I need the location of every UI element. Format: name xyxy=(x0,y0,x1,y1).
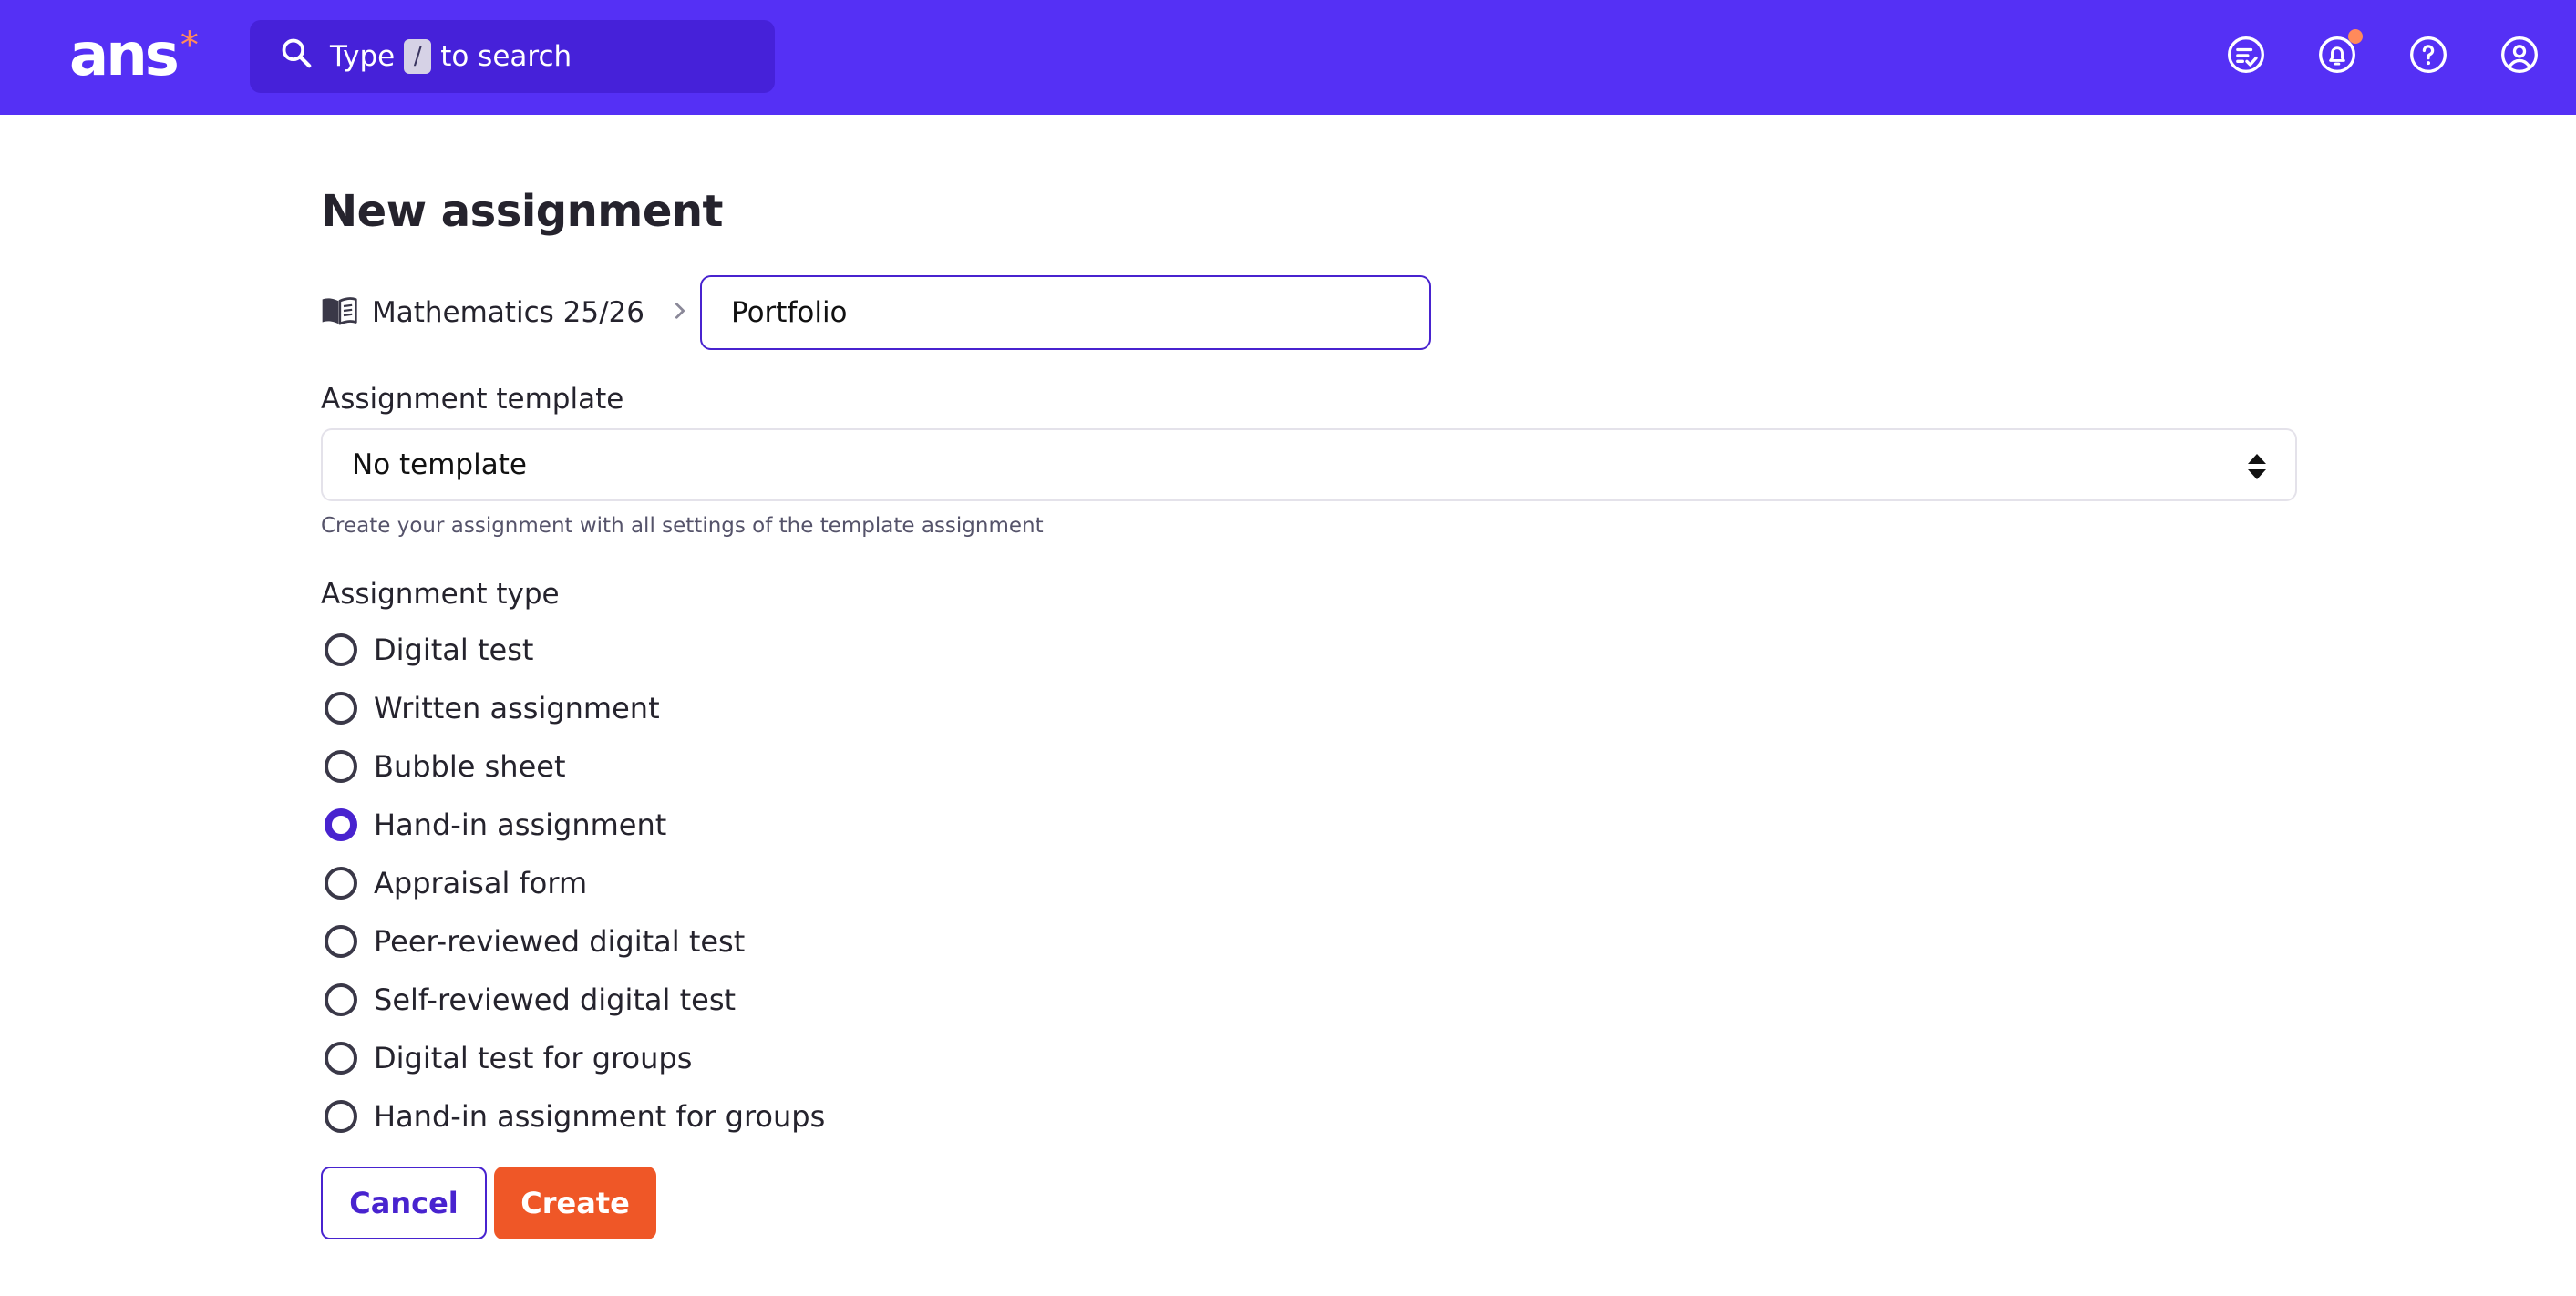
radio-label: Self-reviewed digital test xyxy=(374,982,737,1017)
radio-option-peer-reviewed-digital-test[interactable]: Peer-reviewed digital test xyxy=(325,912,825,971)
template-select[interactable]: No template xyxy=(321,428,2297,501)
logo[interactable]: ans * xyxy=(69,24,199,87)
radio-button[interactable] xyxy=(325,692,357,725)
radio-option-appraisal-form[interactable]: Appraisal form xyxy=(325,854,825,912)
logo-text: ans xyxy=(69,22,180,89)
cancel-button[interactable]: Cancel xyxy=(321,1167,487,1239)
search-shortcut-key: / xyxy=(404,39,432,74)
checklist-icon[interactable] xyxy=(2226,35,2266,75)
help-icon[interactable] xyxy=(2408,35,2448,75)
radio-button[interactable] xyxy=(325,1042,357,1075)
radio-label: Peer-reviewed digital test xyxy=(374,924,746,959)
notification-dot xyxy=(2348,29,2363,44)
assignment-type-label: Assignment type xyxy=(321,578,560,611)
radio-button-selected[interactable] xyxy=(325,808,357,841)
search-input[interactable]: Type / to search xyxy=(250,20,775,93)
radio-label: Hand-in assignment for groups xyxy=(374,1099,826,1134)
search-prefix: Type xyxy=(330,40,396,73)
form-actions: Cancel Create xyxy=(321,1167,656,1239)
top-bar: ans * Type / to search xyxy=(0,0,2576,115)
assignment-name-field[interactable] xyxy=(700,275,1431,350)
logo-asterisk: * xyxy=(180,25,199,67)
page-title: New assignment xyxy=(321,186,723,237)
radio-label: Hand-in assignment xyxy=(374,807,667,842)
radio-option-hand-in-assignment[interactable]: Hand-in assignment xyxy=(325,796,825,854)
radio-option-written-assignment[interactable]: Written assignment xyxy=(325,679,825,737)
radio-button[interactable] xyxy=(325,983,357,1016)
radio-option-bubble-sheet[interactable]: Bubble sheet xyxy=(325,737,825,796)
assignment-type-options: Digital test Written assignment Bubble s… xyxy=(325,621,825,1146)
radio-label: Appraisal form xyxy=(374,866,588,900)
bell-icon[interactable] xyxy=(2317,29,2363,75)
radio-button[interactable] xyxy=(325,925,357,958)
template-helper-text: Create your assignment with all settings… xyxy=(321,514,1044,538)
header-actions xyxy=(2226,29,2540,75)
radio-button[interactable] xyxy=(325,633,357,666)
radio-label: Bubble sheet xyxy=(374,749,566,784)
radio-button[interactable] xyxy=(325,750,357,783)
radio-option-digital-test-for-groups[interactable]: Digital test for groups xyxy=(325,1029,825,1087)
book-icon xyxy=(321,295,372,330)
radio-option-self-reviewed-digital-test[interactable]: Self-reviewed digital test xyxy=(325,971,825,1029)
create-button[interactable]: Create xyxy=(494,1167,656,1239)
search-suffix: to search xyxy=(440,40,572,73)
radio-label: Digital test xyxy=(374,633,534,667)
radio-label: Written assignment xyxy=(374,691,660,725)
radio-label: Digital test for groups xyxy=(374,1041,693,1075)
search-icon xyxy=(279,36,330,77)
breadcrumb: Mathematics 25/26 xyxy=(321,275,717,350)
radio-button[interactable] xyxy=(325,867,357,900)
radio-option-digital-test[interactable]: Digital test xyxy=(325,621,825,679)
template-selected-value: No template xyxy=(352,448,527,481)
account-icon[interactable] xyxy=(2499,35,2540,75)
breadcrumb-course[interactable]: Mathematics 25/26 xyxy=(372,296,644,329)
radio-button[interactable] xyxy=(325,1100,357,1133)
radio-option-hand-in-assignment-for-groups[interactable]: Hand-in assignment for groups xyxy=(325,1087,825,1146)
template-label: Assignment template xyxy=(321,383,624,416)
